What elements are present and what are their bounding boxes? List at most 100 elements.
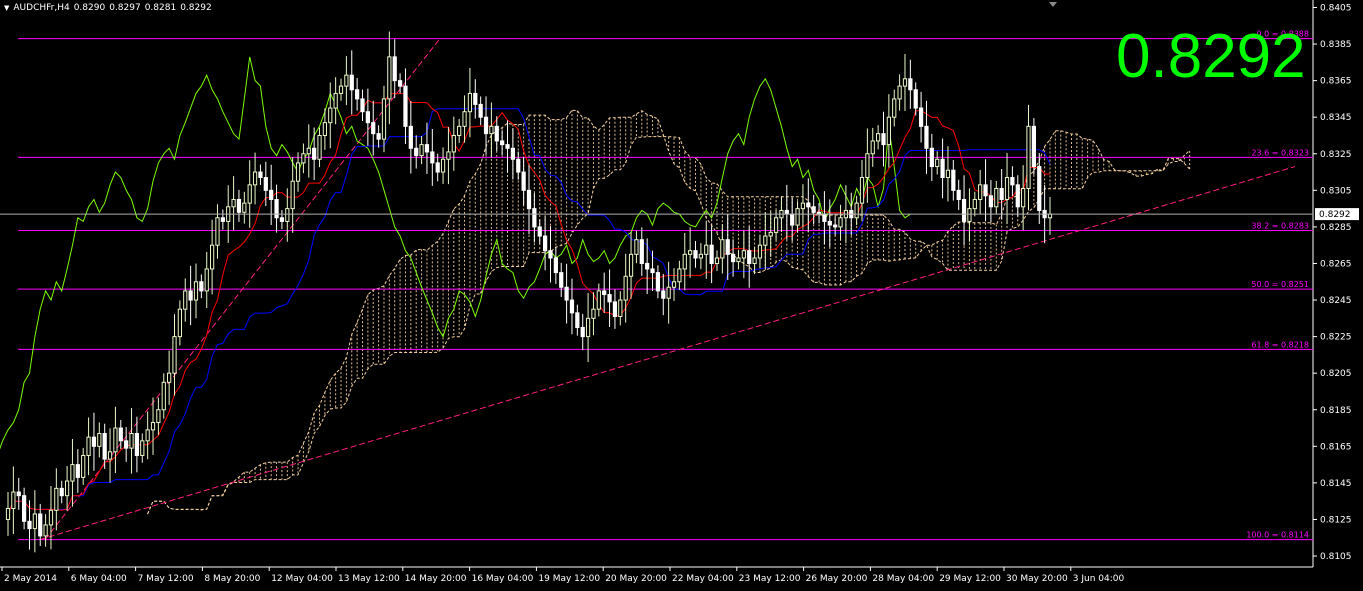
candle-body — [209, 244, 215, 270]
y-tick-label: 0.8285 — [1320, 223, 1352, 233]
candle-body — [714, 257, 720, 264]
candle-body — [602, 290, 607, 296]
chart-area[interactable]: 0.0 = 0.8388 23.6 = 0.8323 38.2 = 0.8283 50… — [0, 0, 1363, 587]
candle-body — [827, 220, 832, 226]
candle-body — [730, 253, 736, 263]
candle-body — [446, 151, 451, 160]
candle-body — [360, 98, 365, 113]
candle-body — [75, 464, 80, 478]
candle-body — [596, 290, 601, 310]
candle-body — [994, 188, 999, 208]
candle-body — [983, 184, 988, 197]
candle-body — [48, 509, 54, 526]
candle-body — [91, 436, 97, 447]
candle-body — [365, 111, 370, 124]
candle-body — [698, 253, 703, 259]
candle-body — [972, 198, 977, 210]
candlesticks — [5, 31, 1053, 553]
candle-body — [532, 208, 537, 228]
candle-body — [38, 513, 43, 537]
close-value: 0.8292 — [180, 3, 212, 13]
candle-body — [790, 213, 795, 226]
candle-body — [177, 308, 182, 338]
candle-body — [301, 153, 306, 164]
x-tick-label: 16 May 04:00 — [472, 574, 534, 584]
candle-body — [854, 202, 859, 219]
candle-body — [81, 454, 86, 478]
candle-body — [580, 326, 585, 338]
fib-level-label: 38.2 = 0.8283 — [1251, 222, 1309, 231]
candle-body — [161, 381, 166, 411]
candle-body — [768, 231, 773, 237]
candle-body — [220, 217, 225, 222]
candle-body — [344, 74, 349, 87]
candle-body — [999, 188, 1004, 200]
x-tick-label: 22 May 04:00 — [672, 574, 734, 584]
open-value: 0.8290 — [73, 3, 106, 13]
x-tick-label: 14 May 20:00 — [405, 574, 467, 584]
candle-body — [199, 281, 204, 292]
x-tick-label: 30 May 20:00 — [1006, 574, 1068, 584]
candle-body — [97, 433, 102, 447]
candle-body — [295, 162, 301, 182]
candle-body — [467, 92, 473, 113]
candle-body — [1026, 125, 1031, 190]
candle-body — [306, 147, 311, 155]
candle-body — [897, 85, 902, 100]
y-tick-label: 0.8145 — [1320, 479, 1352, 489]
candle-body — [150, 422, 156, 431]
candle-body — [16, 491, 21, 497]
candle-body — [822, 213, 827, 222]
candle-body — [424, 144, 430, 153]
y-tick-label: 0.8205 — [1320, 369, 1352, 379]
fib-level-label: 100.0 = 0.8114 — [1246, 531, 1309, 540]
candle-body — [172, 336, 177, 374]
big-price-display: 0.8292 — [1116, 22, 1306, 91]
candle-body — [757, 244, 763, 259]
candle-body — [908, 78, 913, 91]
y-tick-label: 0.8185 — [1320, 406, 1352, 416]
candle-body — [688, 250, 693, 255]
candle-body — [32, 513, 37, 530]
candle-body — [414, 147, 419, 157]
low-value: 0.8281 — [144, 3, 177, 13]
symbol-header: ▼ AUDCHFr,H4 0.8290 0.8297 0.8281 0.8292 — [4, 3, 216, 13]
candle-body — [5, 507, 11, 520]
candle-body — [870, 140, 875, 155]
candle-body — [188, 290, 193, 301]
candle-body — [236, 198, 242, 213]
candle-body — [526, 189, 532, 210]
candle-body — [285, 208, 290, 222]
candle-body — [859, 177, 865, 204]
candle-body — [118, 427, 123, 442]
candle-body — [682, 253, 687, 270]
candle-body — [263, 177, 268, 191]
candle-body — [505, 144, 510, 149]
candle-body — [451, 134, 456, 153]
senkou-span-b — [147, 136, 1190, 515]
candle-body — [886, 116, 891, 146]
candle-body — [763, 235, 768, 246]
candle-body — [371, 122, 376, 135]
candle-body — [419, 144, 424, 157]
indicator-lines — [0, 56, 1051, 515]
x-tick-label: 3 Jun 04:00 — [1073, 574, 1125, 584]
candle-body — [27, 520, 32, 530]
candle-body — [387, 56, 392, 100]
candle-body — [22, 495, 27, 522]
candle-body — [655, 272, 661, 292]
candle-body — [521, 171, 526, 191]
candle-body — [650, 268, 655, 274]
candle-body — [376, 133, 381, 140]
y-tick-label: 0.8165 — [1320, 442, 1352, 452]
candle-body — [784, 209, 789, 215]
candle-body — [988, 195, 994, 208]
candle-body — [408, 125, 413, 149]
candle-body — [129, 433, 134, 449]
dropdown-triangle-icon[interactable]: ▼ — [4, 4, 9, 12]
candle-body — [666, 286, 671, 299]
candle-body — [478, 103, 483, 118]
fib-level-label: 61.8 = 0.8218 — [1251, 340, 1309, 349]
candle-body — [145, 429, 150, 442]
candle-body — [833, 224, 838, 228]
